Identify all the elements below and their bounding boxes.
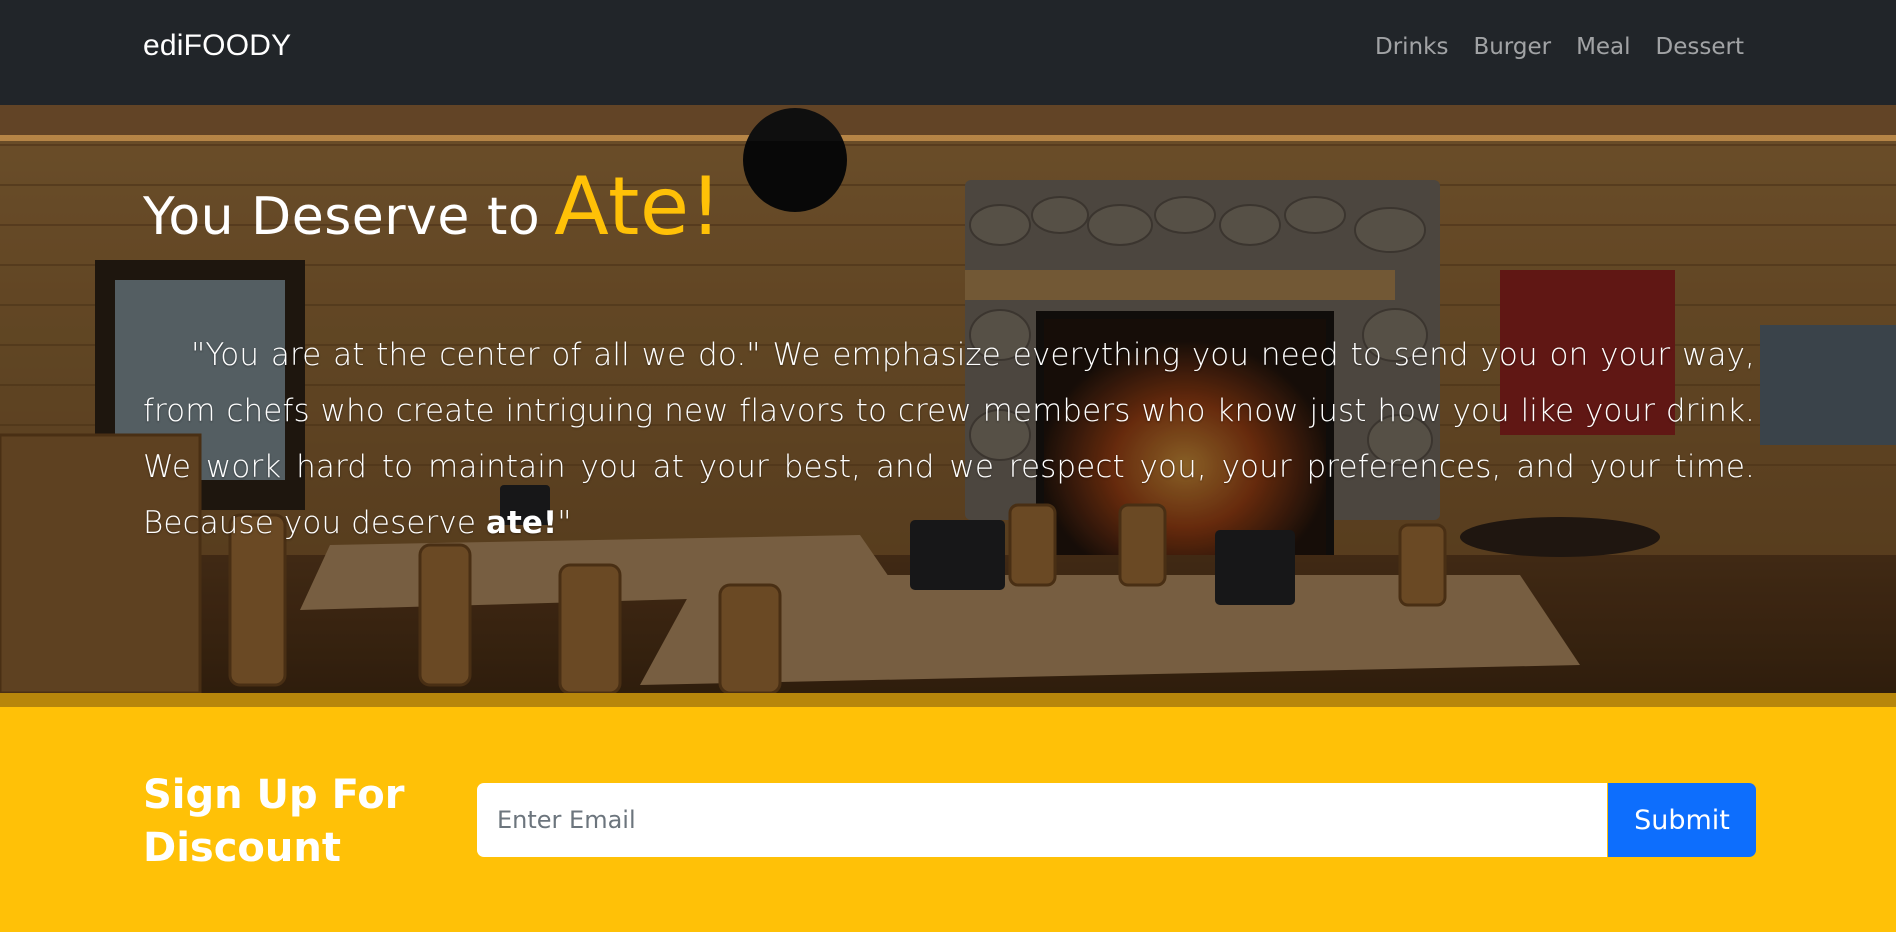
nav-link-drinks[interactable]: Drinks xyxy=(1375,34,1448,60)
nav-links: Drinks Burger Meal Dessert xyxy=(1375,34,1744,60)
signup-title: Sign Up For Discount xyxy=(143,772,405,871)
submit-button[interactable]: Submit xyxy=(1608,783,1756,857)
navbar: ediFOODY Drinks Burger Meal Dessert xyxy=(0,0,1896,105)
hero-paragraph-main: "You are at the center of all we do." We… xyxy=(143,337,1755,541)
hero-title-prefix: You Deserve to xyxy=(143,187,541,247)
nav-link-dessert[interactable]: Dessert xyxy=(1656,34,1744,60)
hero-section: You Deserve to Ate! "You are at the cente… xyxy=(0,105,1896,693)
nav-link-meal[interactable]: Meal xyxy=(1576,34,1630,60)
hero-bottom-bar xyxy=(0,693,1896,707)
hero-title: You Deserve to Ate! xyxy=(143,167,722,247)
nav-link-burger[interactable]: Burger xyxy=(1473,34,1551,60)
hero-paragraph: "You are at the center of all we do." We… xyxy=(143,327,1755,551)
hero-paragraph-bold: ate! xyxy=(485,505,558,541)
email-input[interactable] xyxy=(477,783,1607,857)
brand-logo[interactable]: ediFOODY xyxy=(143,29,291,63)
signup-section: Sign Up For Discount Submit xyxy=(0,707,1896,932)
hero-title-accent: Ate! xyxy=(554,160,723,253)
hero-paragraph-end: " xyxy=(557,505,572,541)
